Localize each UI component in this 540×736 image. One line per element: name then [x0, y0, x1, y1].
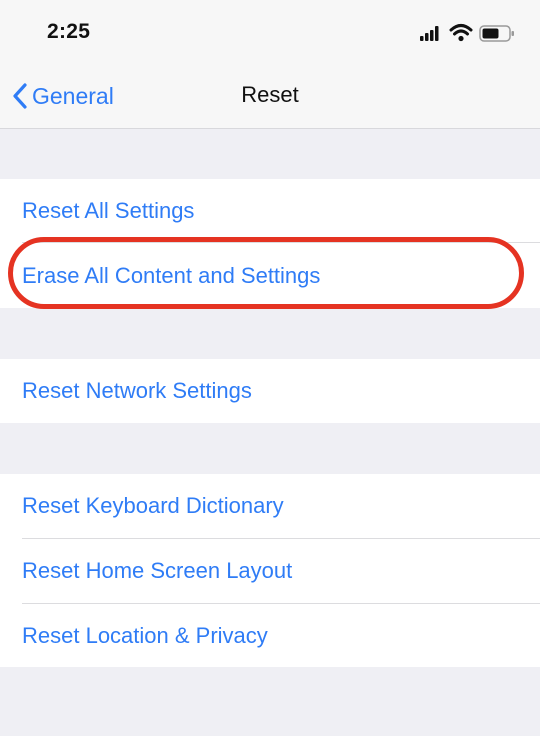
erase-all-content-label: Erase All Content and Settings	[22, 263, 321, 288]
reset-home-screen-layout-item[interactable]: Reset Home Screen Layout	[0, 539, 540, 603]
row-divider	[22, 242, 540, 243]
reset-keyboard-dictionary-label: Reset Keyboard Dictionary	[22, 493, 284, 518]
cellular-signal-icon	[420, 26, 439, 41]
erase-all-content-item[interactable]: Erase All Content and Settings	[0, 244, 540, 308]
status-time: 2:25	[47, 20, 91, 43]
wifi-icon	[449, 24, 473, 42]
reset-network-settings-item[interactable]: Reset Network Settings	[0, 359, 540, 423]
reset-keyboard-dictionary-item[interactable]: Reset Keyboard Dictionary	[0, 474, 540, 538]
reset-all-settings-label: Reset All Settings	[22, 198, 195, 223]
reset-network-settings-label: Reset Network Settings	[22, 378, 252, 403]
reset-screen: 2:25 General Reset Reset All Settings Er…	[0, 0, 540, 736]
reset-location-privacy-item[interactable]: Reset Location & Privacy	[0, 604, 540, 668]
reset-location-privacy-label: Reset Location & Privacy	[22, 623, 268, 648]
page-title: Reset	[241, 82, 299, 107]
top-bar: 2:25 General Reset	[0, 0, 540, 129]
battery-icon	[479, 25, 514, 42]
status-icons	[418, 22, 518, 44]
reset-home-screen-layout-label: Reset Home Screen Layout	[22, 558, 293, 583]
reset-all-settings-item[interactable]: Reset All Settings	[0, 179, 540, 243]
